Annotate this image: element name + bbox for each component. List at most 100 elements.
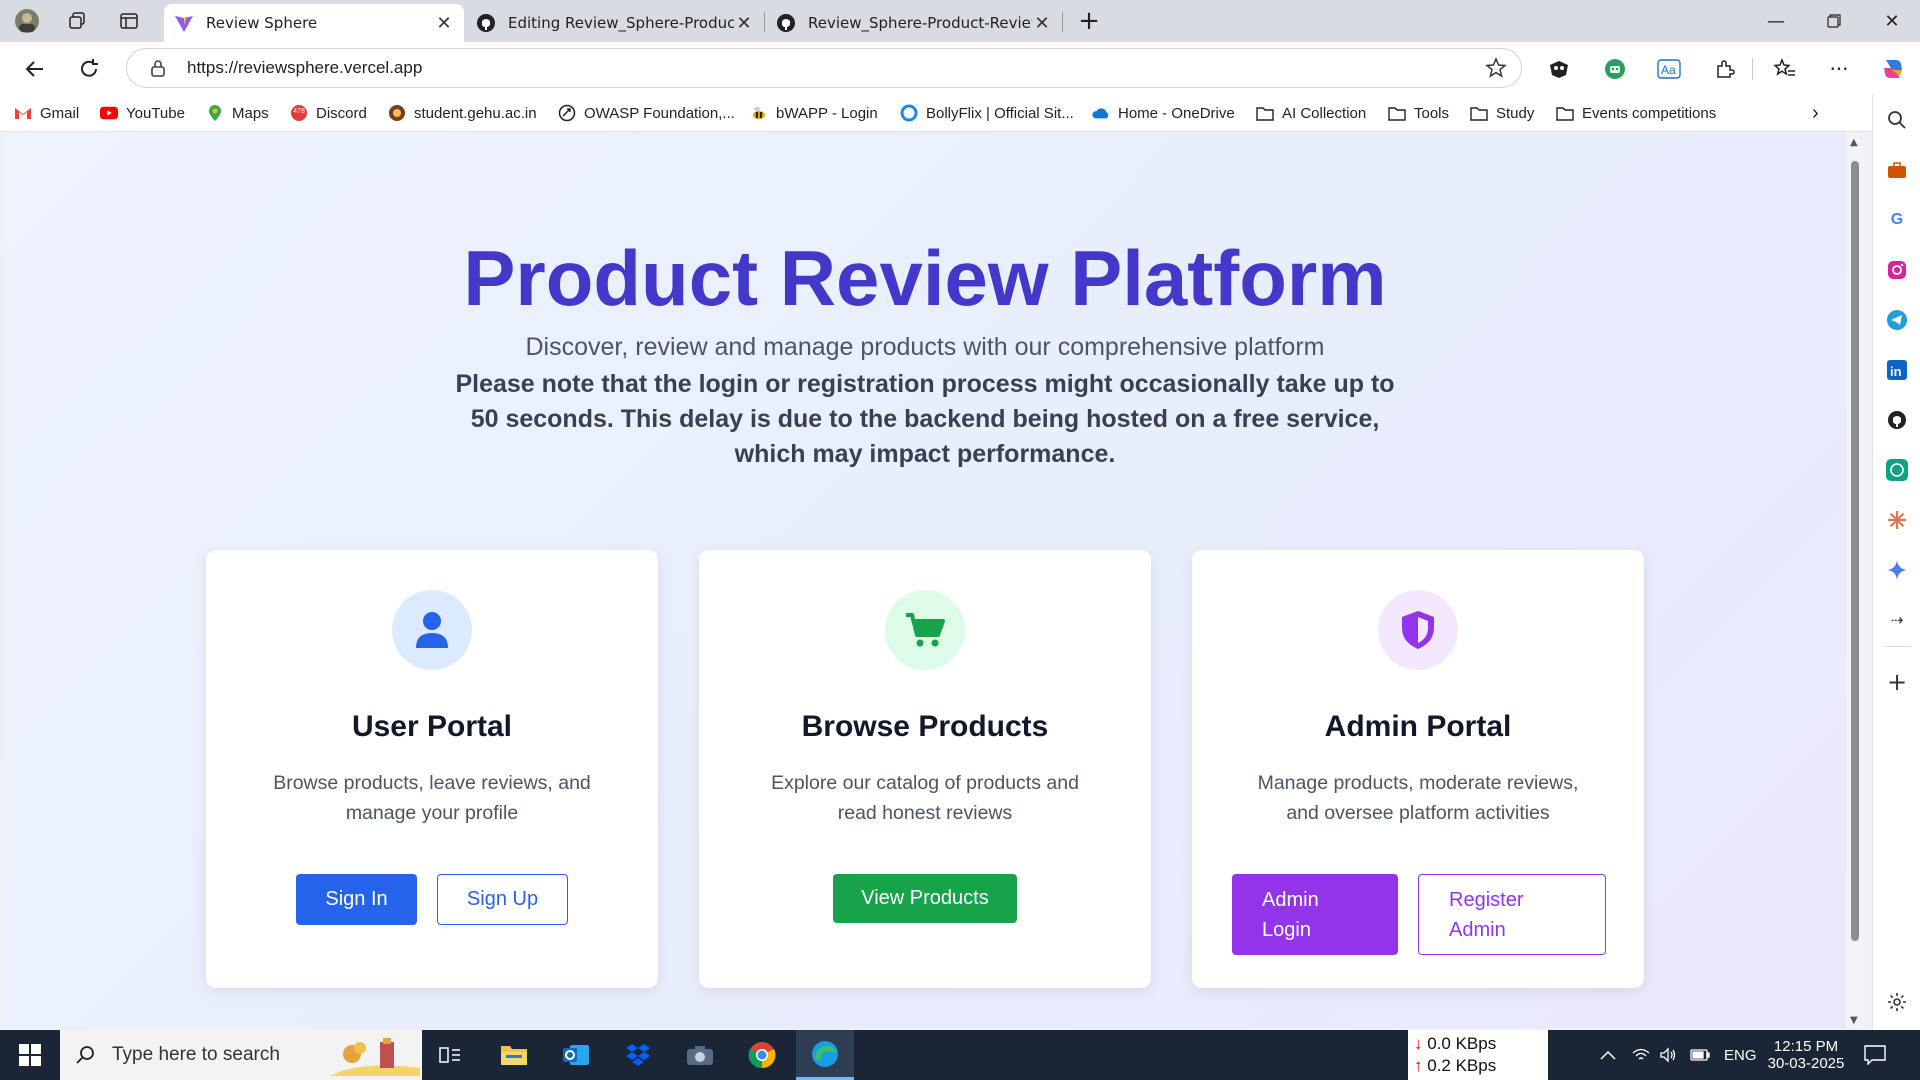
bookmark-label: Events competitions (1582, 104, 1717, 122)
linkedin-icon[interactable]: in (1885, 358, 1909, 382)
bookmark-label: Discord (316, 104, 367, 122)
lock-icon[interactable] (149, 58, 167, 82)
discord-badge: 478 (293, 108, 305, 115)
add-icon[interactable]: + (1885, 668, 1909, 696)
bookmark-youtube[interactable]: YouTube (100, 100, 185, 126)
favorites-icon[interactable] (1768, 52, 1802, 86)
instagram-icon[interactable] (1885, 258, 1909, 282)
outlook-icon[interactable] (550, 1030, 602, 1080)
favorite-star-icon[interactable] (1485, 57, 1507, 83)
back-icon[interactable] (18, 52, 52, 86)
dropbox-icon[interactable] (612, 1030, 664, 1080)
bookmark-events-competitions[interactable]: Events competitions (1556, 100, 1716, 126)
bookmark-label: Home - OneDrive (1118, 104, 1235, 122)
bookmark-maps[interactable]: Maps (206, 100, 269, 126)
vertical-tabs-icon[interactable] (114, 8, 144, 34)
tab-title: Editing Review_Sphere-Product-R (508, 14, 734, 32)
chrome-icon[interactable] (736, 1030, 788, 1080)
taskbar-search-box[interactable]: Type here to search (60, 1030, 422, 1080)
close-tab-icon[interactable]: ✕ (734, 13, 754, 34)
github-icon (476, 13, 496, 33)
url-text[interactable]: https://reviewsphere.vercel.app (187, 58, 422, 78)
clock[interactable]: 12:15 PM 30-03-2025 (1766, 1030, 1846, 1080)
admin-login-button[interactable]: Admin Login (1232, 874, 1398, 955)
file-explorer-icon[interactable] (488, 1030, 540, 1080)
github-icon[interactable] (1885, 408, 1909, 432)
bookmark-bollyflix[interactable]: BollyFlix | Official Sit... (900, 100, 1074, 126)
bookmark-ai-collection[interactable]: AI Collection (1256, 100, 1366, 126)
sidebar-divider (1883, 646, 1911, 647)
chatgpt-icon[interactable] (1885, 458, 1909, 482)
sign-up-button[interactable]: Sign Up (437, 874, 568, 925)
read-aloud-icon[interactable]: Aa (1652, 52, 1686, 86)
address-bar[interactable]: https://reviewsphere.vercel.app (126, 48, 1522, 88)
onedrive-cloud-icon (1092, 104, 1110, 122)
toolbox-icon[interactable] (1885, 158, 1909, 182)
show-hidden-icons-chevron-icon[interactable] (1600, 1030, 1616, 1080)
upload-speed-value: 0.2 KBps (1427, 1056, 1497, 1075)
scroll-down-icon[interactable]: ▼ (1850, 1015, 1858, 1026)
wifi-icon[interactable] (1632, 1030, 1650, 1080)
svg-text:Aa: Aa (1661, 63, 1676, 77)
refresh-icon[interactable] (72, 52, 106, 86)
github-icon (776, 13, 796, 33)
maps-pin-icon (206, 104, 224, 122)
workspaces-icon[interactable] (62, 8, 92, 34)
tab-title: Review Sphere (206, 14, 318, 32)
view-products-button[interactable]: View Products (833, 874, 1017, 923)
tab-editing-readme[interactable]: Editing Review_Sphere-Product-R ✕ (466, 4, 764, 42)
user-portal-card: User Portal Browse products, leave revie… (206, 550, 658, 988)
bookmark-owasp[interactable]: OWASP Foundation,... (558, 100, 735, 126)
scrollbar-thumb[interactable] (1851, 161, 1859, 941)
search-highlight-illustration (330, 1036, 420, 1080)
gear-icon[interactable] (1885, 990, 1909, 1014)
extensions-puzzle-icon[interactable] (1708, 52, 1742, 86)
bookmark-bwapp[interactable]: bWAPP - Login (750, 100, 878, 126)
extension-mask-icon[interactable] (1542, 52, 1576, 86)
edge-taskbar-icon[interactable] (796, 1030, 854, 1080)
page-scrollbar[interactable]: ▲ ▼ (1846, 133, 1864, 1028)
telegram-icon[interactable] (1885, 308, 1909, 332)
bookmark-onedrive[interactable]: Home - OneDrive (1092, 100, 1235, 126)
close-window-icon[interactable]: ✕ (1864, 0, 1920, 42)
camera-icon[interactable] (674, 1030, 726, 1080)
search-icon[interactable] (1885, 108, 1909, 132)
new-tab-icon[interactable]: + (1074, 6, 1104, 36)
tab-review-sphere[interactable]: Review Sphere ✕ (164, 4, 464, 42)
bookmark-label: YouTube (126, 104, 185, 122)
claude-icon[interactable] (1885, 508, 1909, 532)
extension-robot-icon[interactable] (1598, 52, 1632, 86)
scroll-up-icon[interactable]: ▲ (1850, 137, 1858, 148)
restore-icon[interactable] (1806, 0, 1862, 42)
profile-avatar[interactable] (12, 8, 42, 34)
battery-icon[interactable] (1690, 1030, 1710, 1080)
more-menu-icon[interactable]: ··· (1822, 52, 1856, 86)
chevron-right-icon[interactable]: › (1812, 100, 1819, 126)
vite-logo-icon (174, 13, 194, 33)
volume-icon[interactable] (1660, 1030, 1678, 1080)
language-indicator[interactable]: ENG (1724, 1030, 1757, 1080)
close-tab-icon[interactable]: ✕ (1032, 13, 1052, 34)
card-title: User Portal (351, 710, 513, 743)
copilot-icon[interactable] (1876, 52, 1910, 86)
bookmark-gmail[interactable]: Gmail (14, 100, 79, 126)
sign-in-button[interactable]: Sign In (296, 874, 417, 925)
gemini-icon[interactable] (1885, 558, 1909, 582)
tab-divider (1062, 12, 1063, 32)
sidebar-login-icon[interactable]: ⇢ (1885, 608, 1909, 632)
tab-github-repo[interactable]: Review_Sphere-Product-Review-S ✕ (766, 4, 1062, 42)
bookmark-study[interactable]: Study (1470, 100, 1534, 126)
windows-start-icon[interactable] (4, 1030, 56, 1080)
bookmark-student-gehu[interactable]: student.gehu.ac.in (388, 100, 537, 126)
task-view-icon[interactable] (424, 1030, 476, 1080)
minimize-icon[interactable]: — (1748, 0, 1804, 42)
close-tab-icon[interactable]: ✕ (434, 13, 454, 34)
bookmark-tools[interactable]: Tools (1388, 100, 1449, 126)
google-icon[interactable]: G (1885, 208, 1909, 232)
bookmark-discord[interactable]: 478 Discord (290, 100, 367, 126)
clock-date: 30-03-2025 (1767, 1055, 1845, 1072)
notifications-icon[interactable] (1864, 1030, 1886, 1080)
page-subtitle: Discover, review and manage products wit… (525, 333, 1325, 361)
windows-taskbar: Type here to search ↓ 0.0 KBps ↑ 0.2 KBp… (0, 1030, 1920, 1080)
register-admin-button[interactable]: Register Admin (1418, 874, 1606, 955)
